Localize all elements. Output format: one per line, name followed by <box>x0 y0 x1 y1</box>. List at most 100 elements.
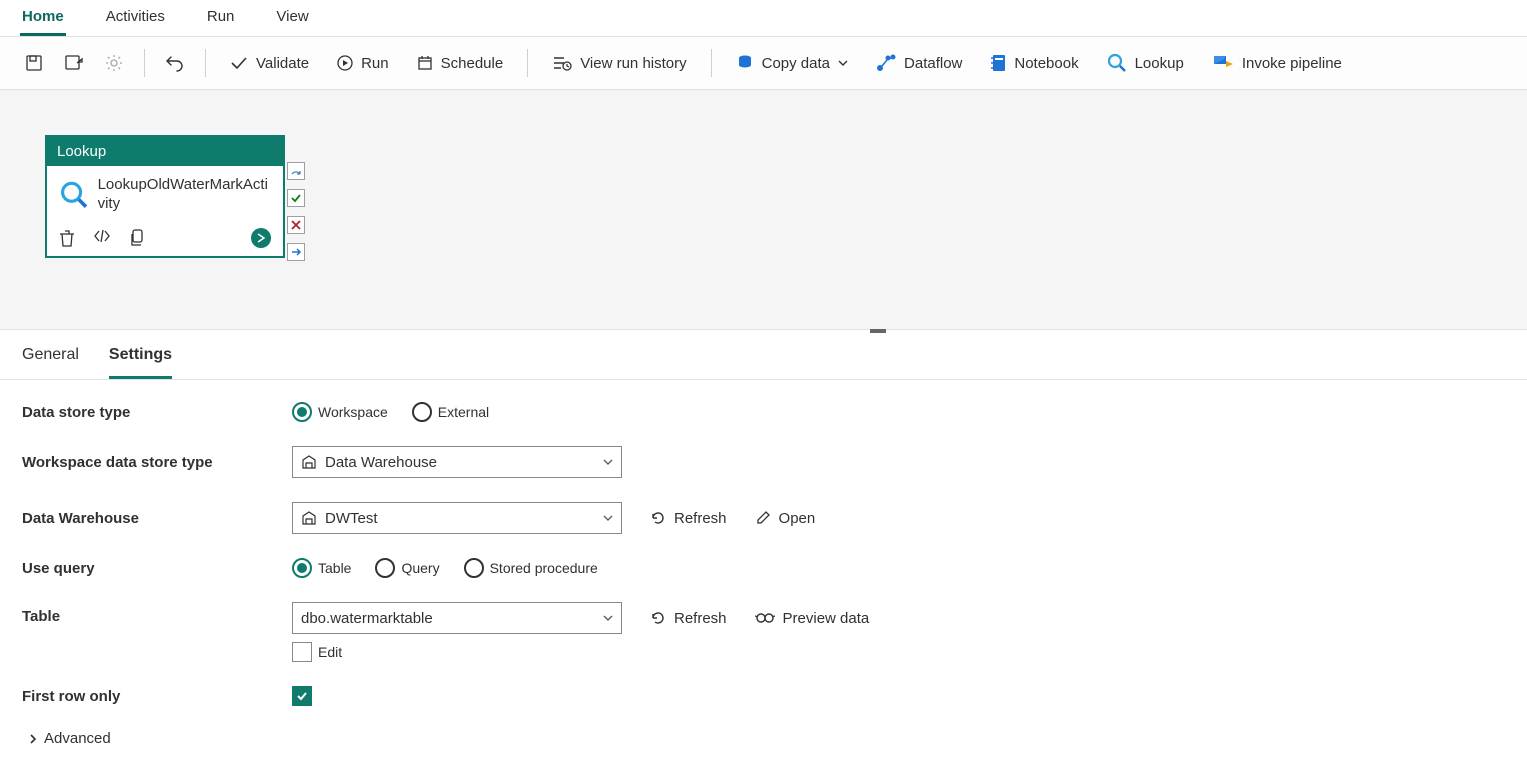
activity-lookup[interactable]: Lookup LookupOldWaterMarkActivity <box>45 135 285 258</box>
data-warehouse-label: Data Warehouse <box>22 510 292 527</box>
pipeline-canvas[interactable]: Lookup LookupOldWaterMarkActivity <box>0 90 1527 330</box>
save-icon[interactable] <box>18 47 50 79</box>
connector-fail-icon[interactable] <box>287 216 305 234</box>
advanced-label: Advanced <box>44 730 111 747</box>
warehouse-icon <box>301 511 317 525</box>
lookup-button[interactable]: Lookup <box>1097 49 1194 77</box>
delete-icon[interactable] <box>59 229 75 247</box>
data-store-type-label: Data store type <box>22 404 292 421</box>
chevron-down-icon <box>603 615 613 621</box>
tab-view[interactable]: View <box>274 6 310 36</box>
first-row-only-checkbox[interactable] <box>292 686 312 706</box>
copy-data-icon <box>736 54 754 72</box>
play-icon <box>337 55 353 71</box>
chevron-down-icon <box>603 459 613 465</box>
dataflow-label: Dataflow <box>904 55 962 72</box>
code-icon[interactable] <box>93 229 111 243</box>
workspace-data-store-type-select[interactable]: Data Warehouse <box>292 446 622 478</box>
open-label: Open <box>779 510 816 527</box>
schedule-button[interactable]: Schedule <box>407 51 514 76</box>
chevron-down-icon <box>838 60 848 66</box>
tab-general[interactable]: General <box>22 346 79 379</box>
radio-query[interactable]: Query <box>375 558 439 578</box>
table-select[interactable]: dbo.watermarktable <box>292 602 622 634</box>
warehouse-icon <box>301 455 317 469</box>
radio-workspace-label: Workspace <box>318 404 388 420</box>
validate-button[interactable]: Validate <box>220 51 319 76</box>
activity-name: LookupOldWaterMarkActivity <box>98 176 271 214</box>
refresh-warehouse-button[interactable]: Refresh <box>650 510 727 527</box>
data-warehouse-value: DWTest <box>325 510 595 527</box>
edit-icon <box>755 510 771 526</box>
calendar-icon <box>417 55 433 71</box>
connector-completion-icon[interactable] <box>287 243 305 261</box>
preview-icon <box>755 612 775 624</box>
refresh-table-label: Refresh <box>674 610 727 627</box>
workspace-data-store-type-label: Workspace data store type <box>22 454 292 471</box>
radio-external-label: External <box>438 404 489 420</box>
tab-settings[interactable]: Settings <box>109 346 172 379</box>
advanced-toggle[interactable]: Advanced <box>28 730 1505 747</box>
view-run-history-button[interactable]: View run history <box>542 51 696 76</box>
radio-stored-procedure-label: Stored procedure <box>490 560 598 576</box>
dataflow-icon <box>876 54 896 72</box>
activity-type-header: Lookup <box>47 137 283 166</box>
notebook-label: Notebook <box>1014 55 1078 72</box>
lookup-icon <box>59 178 90 212</box>
tab-home[interactable]: Home <box>20 6 66 36</box>
invoke-pipeline-icon <box>1212 54 1234 72</box>
connector-skip-icon[interactable] <box>287 162 305 180</box>
refresh-table-button[interactable]: Refresh <box>650 610 727 627</box>
run-button[interactable]: Run <box>327 51 399 76</box>
settings-gear-icon[interactable] <box>98 47 130 79</box>
dataflow-button[interactable]: Dataflow <box>866 50 972 76</box>
copy-data-label: Copy data <box>762 55 830 72</box>
table-value: dbo.watermarktable <box>301 610 595 627</box>
connector-success-icon[interactable] <box>287 189 305 207</box>
history-icon <box>552 55 572 71</box>
tab-run[interactable]: Run <box>205 6 237 36</box>
open-warehouse-button[interactable]: Open <box>755 510 816 527</box>
use-query-label: Use query <box>22 560 292 577</box>
radio-table-label: Table <box>318 560 351 576</box>
preview-data-button[interactable]: Preview data <box>755 610 870 627</box>
refresh-icon <box>650 510 666 526</box>
save-as-icon[interactable] <box>58 47 90 79</box>
chevron-right-icon <box>28 733 38 745</box>
invoke-pipeline-label: Invoke pipeline <box>1242 55 1342 72</box>
tab-activities[interactable]: Activities <box>104 6 167 36</box>
settings-form: Data store type Workspace External Works… <box>0 380 1527 769</box>
data-warehouse-select[interactable]: DWTest <box>292 502 622 534</box>
copy-data-button[interactable]: Copy data <box>726 50 858 76</box>
invoke-pipeline-button[interactable]: Invoke pipeline <box>1202 50 1352 76</box>
refresh-icon <box>650 610 666 626</box>
property-tabs: General Settings <box>0 330 1527 380</box>
panel-resize-handle[interactable] <box>870 329 886 333</box>
activity-connectors <box>287 162 305 261</box>
undo-icon[interactable] <box>159 47 191 79</box>
schedule-label: Schedule <box>441 55 504 72</box>
ribbon-tabs: Home Activities Run View <box>0 0 1527 37</box>
toolbar: Validate Run Schedule View run history C… <box>0 37 1527 90</box>
copy-icon[interactable] <box>129 229 145 247</box>
lookup-icon <box>1107 53 1127 73</box>
validate-label: Validate <box>256 55 309 72</box>
activity-run-icon[interactable] <box>251 228 271 248</box>
chevron-down-icon <box>603 515 613 521</box>
notebook-icon <box>990 54 1006 72</box>
radio-stored-procedure[interactable]: Stored procedure <box>464 558 598 578</box>
notebook-button[interactable]: Notebook <box>980 50 1088 76</box>
radio-query-label: Query <box>401 560 439 576</box>
radio-table[interactable]: Table <box>292 558 351 578</box>
radio-external[interactable]: External <box>412 402 489 422</box>
view-run-history-label: View run history <box>580 55 686 72</box>
checkmark-icon <box>230 56 248 70</box>
table-label: Table <box>22 602 292 625</box>
radio-workspace[interactable]: Workspace <box>292 402 388 422</box>
preview-data-label: Preview data <box>783 610 870 627</box>
edit-checkbox[interactable] <box>292 642 312 662</box>
workspace-data-store-type-value: Data Warehouse <box>325 454 595 471</box>
run-label: Run <box>361 55 389 72</box>
lookup-label: Lookup <box>1135 55 1184 72</box>
edit-label: Edit <box>318 644 342 660</box>
